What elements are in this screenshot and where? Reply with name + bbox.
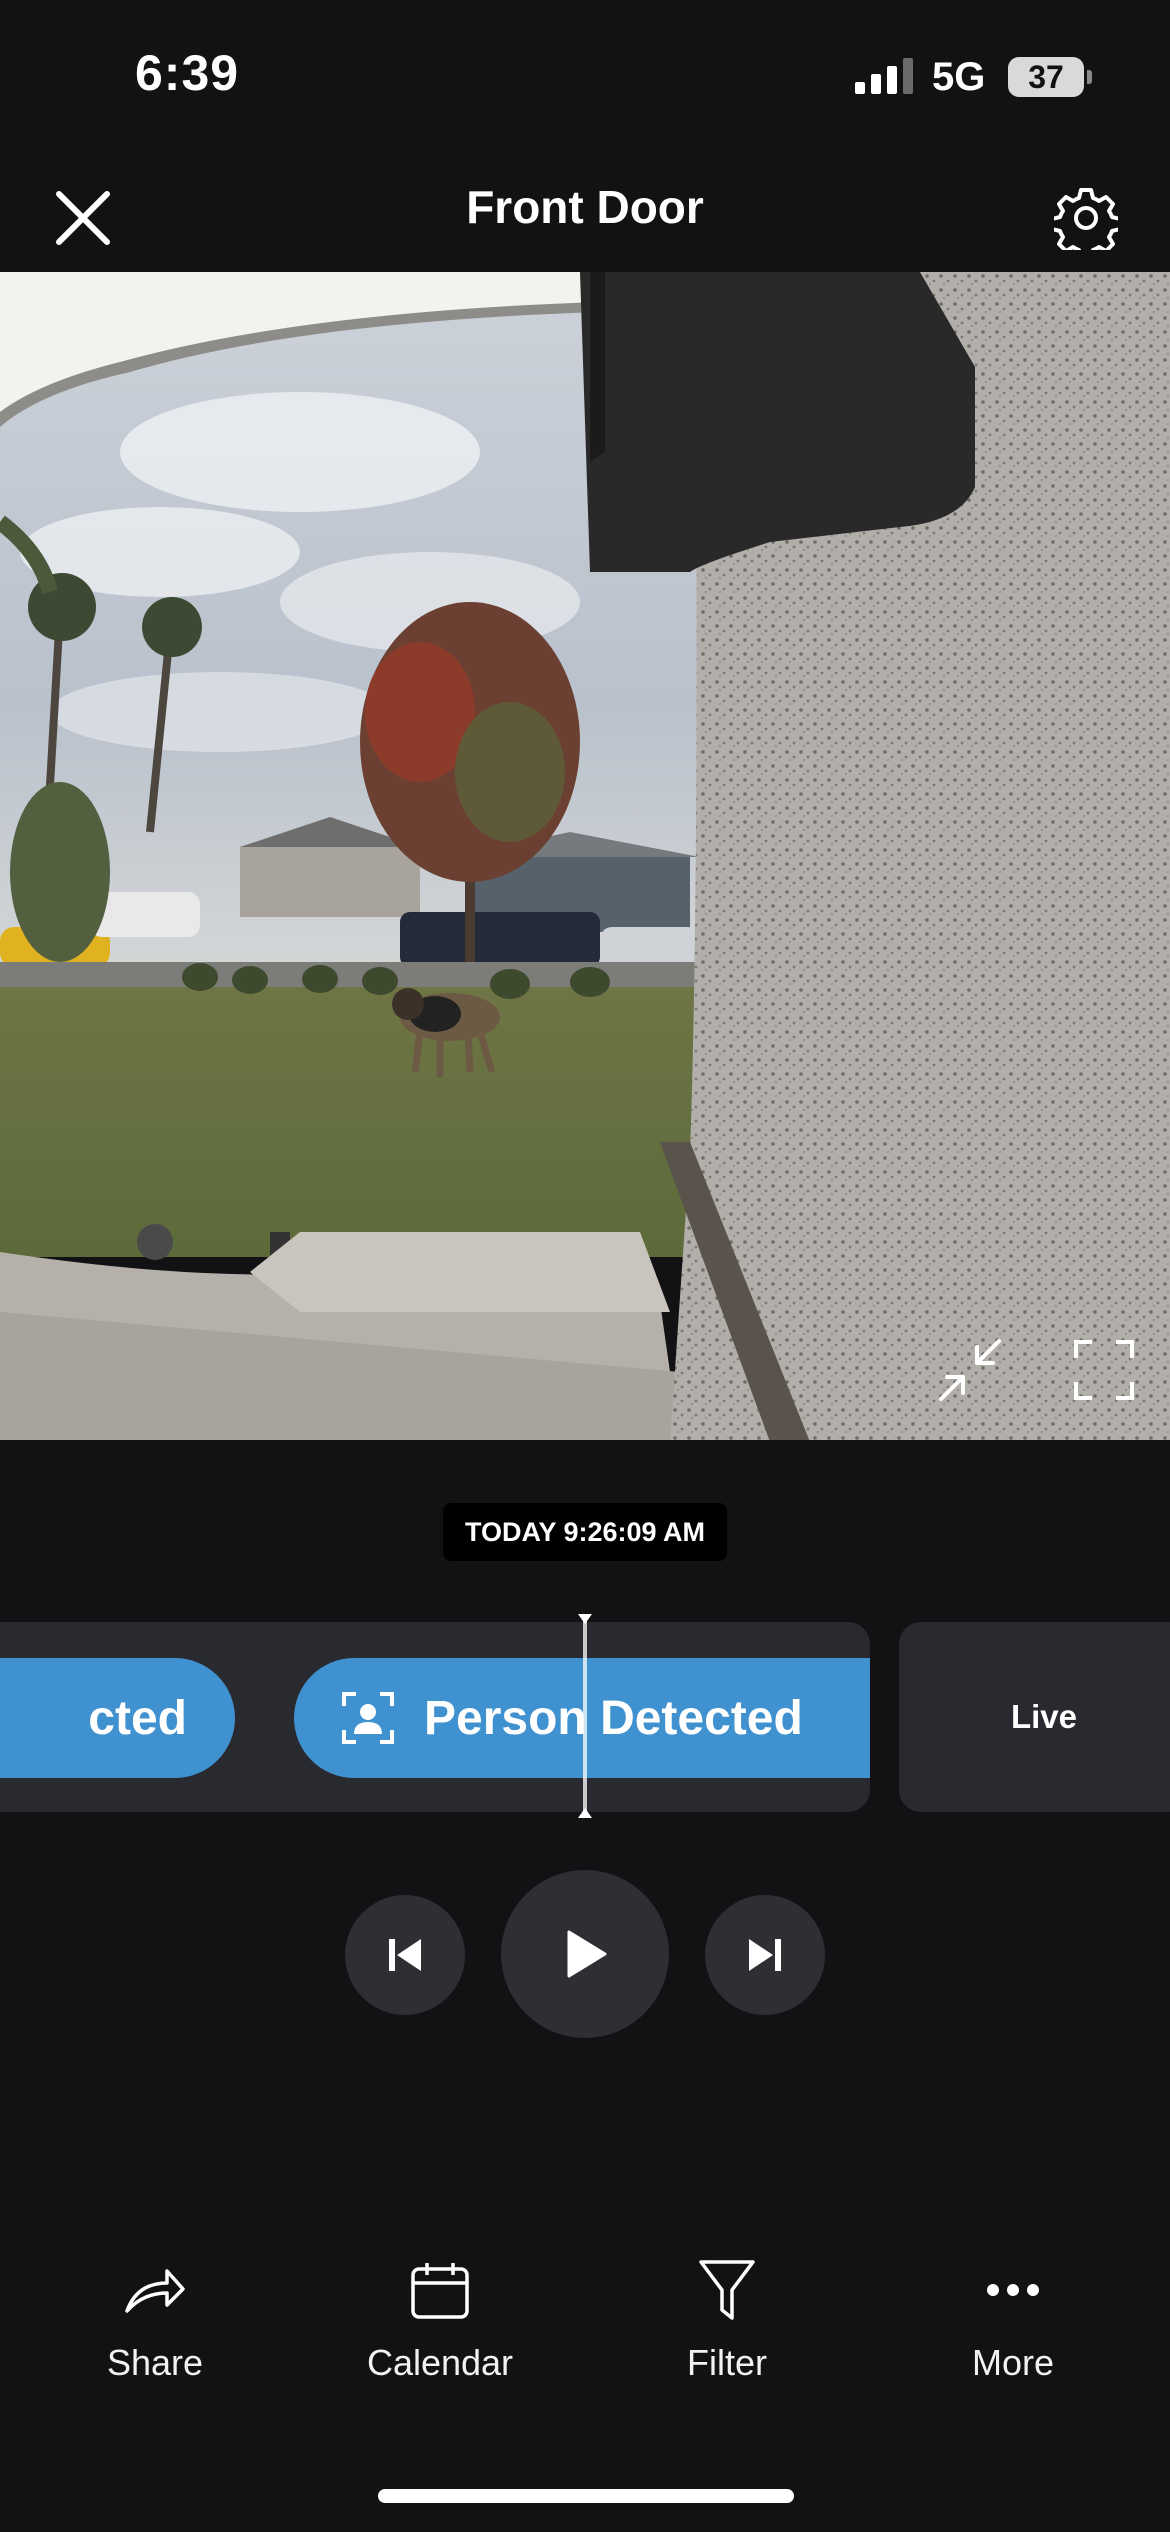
event-pill-previous[interactable]: cted — [0, 1658, 235, 1778]
doorbell-video-frame — [0, 272, 1170, 1442]
live-button[interactable]: Live — [899, 1622, 1170, 1812]
person-detected-icon — [342, 1692, 394, 1744]
home-indicator[interactable] — [378, 2489, 794, 2503]
gear-icon — [1054, 188, 1118, 250]
signal-icon — [855, 58, 915, 94]
event-timestamp: TODAY 9:26:09 AM — [443, 1503, 727, 1561]
network-type: 5G — [932, 55, 986, 99]
play-icon — [567, 1930, 607, 1978]
header: Front Door — [0, 150, 1170, 270]
more-button[interactable]: More — [898, 2250, 1128, 2400]
bottom-action-bar: Share Calendar Filter More — [0, 2250, 1170, 2410]
calendar-icon — [411, 2263, 469, 2319]
event-timeline[interactable]: cted Person Detected — [0, 1622, 870, 1812]
settings-button[interactable] — [1040, 172, 1132, 264]
minimize-icon — [939, 1339, 1001, 1401]
skip-next-icon — [749, 1939, 781, 1971]
skip-previous-icon — [389, 1939, 421, 1971]
calendar-button[interactable]: Calendar — [325, 2250, 555, 2400]
playhead-top-marker — [578, 1614, 592, 1624]
filter-icon — [699, 2260, 755, 2320]
filter-label: Filter — [687, 2342, 767, 2383]
event-pill-person-detected[interactable]: Person Detected — [294, 1658, 870, 1778]
previous-event-button[interactable] — [345, 1895, 465, 2015]
share-label: Share — [106, 2342, 204, 2383]
camera-feed[interactable] — [0, 272, 1170, 1442]
status-bar: 6:39 5G 37 — [0, 0, 1170, 150]
fullscreen-icon — [1074, 1340, 1134, 1400]
playhead[interactable] — [583, 1618, 587, 1818]
share-icon — [125, 2269, 185, 2313]
calendar-label: Calendar — [366, 2342, 514, 2383]
fullscreen-button[interactable] — [1064, 1330, 1144, 1410]
playhead-bottom-marker — [578, 1808, 592, 1818]
filter-button[interactable]: Filter — [612, 2250, 842, 2400]
battery-icon: 37 — [1008, 57, 1084, 97]
next-event-button[interactable] — [705, 1895, 825, 2015]
page-title: Front Door — [466, 181, 704, 233]
minimize-button[interactable] — [930, 1330, 1010, 1410]
more-label: More — [971, 2342, 1055, 2383]
event-label: cted — [88, 1691, 187, 1745]
play-button[interactable] — [501, 1870, 669, 2038]
more-icon — [987, 2284, 1039, 2296]
share-button[interactable]: Share — [40, 2250, 270, 2400]
event-label: Person Detected — [424, 1691, 803, 1745]
battery-tip — [1087, 70, 1092, 84]
status-time: 6:39 — [135, 45, 240, 101]
